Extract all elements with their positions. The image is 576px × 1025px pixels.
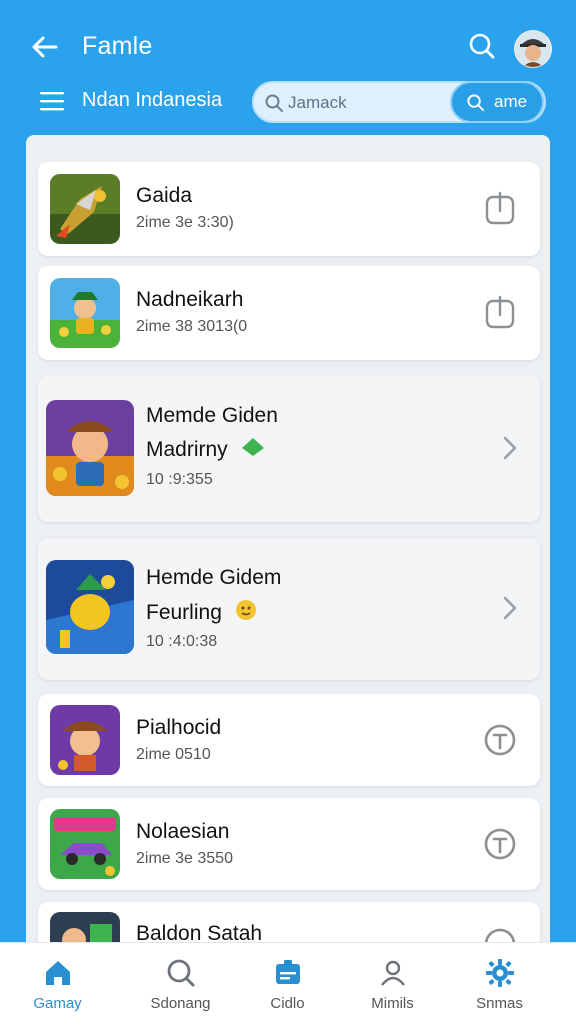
game-thumbnail	[50, 278, 120, 348]
page-title: Famle	[82, 32, 153, 60]
character-game-icon	[50, 278, 120, 348]
id-card-icon	[276, 960, 300, 984]
timer-icon[interactable]	[482, 826, 518, 862]
item-meta: 10 :9:355	[146, 471, 213, 488]
list-item[interactable]: Nolaesian 2ime 3e 3550	[38, 798, 540, 890]
chevron-right-icon[interactable]	[500, 594, 520, 622]
person-icon	[381, 960, 405, 986]
search-icon	[167, 959, 195, 987]
tab-label: Gamay	[33, 995, 82, 1012]
game-thumbnail	[50, 809, 120, 879]
item-meta: 2ime 3e 3550	[136, 850, 233, 867]
tab-settings[interactable]: Snmas	[442, 943, 557, 1025]
item-subtitle: Feurling	[146, 598, 258, 625]
app-header: Famle Ndan Indanesia Jamack ame	[0, 0, 576, 135]
game-thumbnail	[50, 174, 120, 244]
share-icon[interactable]	[484, 295, 516, 329]
hero-game-icon	[46, 560, 134, 654]
tab-search[interactable]: Sdonang	[123, 943, 238, 1025]
search-input[interactable]: Jamack ame	[252, 81, 546, 123]
bottom-navigation: Gamay Sdonang Cidlo Mimils Snmas	[0, 942, 576, 1025]
item-title: Memde Giden	[146, 404, 278, 427]
tab-profile[interactable]: Mimils	[335, 943, 450, 1025]
list-item[interactable]: Gaida 2ime 3e 3:30)	[38, 162, 540, 256]
list-item[interactable]: Hemde Gidem Feurling 10 :4:0:38	[38, 538, 540, 680]
chevron-right-icon[interactable]	[500, 434, 520, 462]
back-arrow-icon[interactable]	[28, 30, 62, 64]
tab-home[interactable]: Gamay	[0, 943, 115, 1025]
item-meta: 2ime 0510	[136, 746, 211, 763]
tab-label: Cidlo	[270, 995, 305, 1012]
item-title: Pialhocid	[136, 716, 222, 739]
search-icon	[265, 94, 283, 112]
item-meta: 2ime 3e 3:30)	[136, 214, 234, 231]
rocket-game-icon	[50, 174, 120, 244]
item-subtitle: Madrirny	[146, 436, 266, 462]
gear-icon	[486, 959, 514, 987]
avatar[interactable]	[514, 30, 552, 68]
tab-label: Sdonang	[150, 995, 211, 1012]
list-item[interactable]: Memde Giden Madrirny 10 :9:355	[38, 376, 540, 522]
item-title: Nadneikarh	[136, 288, 244, 311]
explorer-game-icon	[46, 400, 134, 496]
hamburger-menu-icon[interactable]	[40, 90, 66, 112]
list-item[interactable]: Pialhocid 2ime 0510	[38, 694, 540, 786]
item-title: Hemde Gidem	[146, 566, 282, 589]
search-icon[interactable]	[466, 30, 498, 62]
game-thumbnail	[46, 400, 134, 496]
timer-icon[interactable]	[482, 722, 518, 758]
gem-icon	[241, 438, 264, 456]
cowboy-game-icon	[50, 705, 120, 775]
tab-label: Mimils	[371, 995, 414, 1012]
list-item[interactable]: Nadneikarh 2ime 38 3013(0	[38, 266, 540, 360]
item-title: Nolaesian	[136, 820, 230, 843]
racing-game-icon	[50, 809, 120, 879]
game-thumbnail	[46, 560, 134, 654]
user-avatar-icon	[515, 31, 551, 67]
item-meta: 10 :4:0:38	[146, 633, 218, 650]
home-icon	[46, 961, 70, 985]
region-subtitle: Ndan Indanesia	[82, 89, 223, 111]
item-title: Gaida	[136, 184, 193, 207]
share-icon[interactable]	[484, 191, 516, 225]
search-button-label: ame	[494, 92, 528, 111]
item-meta: 2ime 38 3013(0	[136, 318, 248, 335]
tab-cards[interactable]: Cidlo	[230, 943, 345, 1025]
search-input-text: Jamack	[288, 93, 347, 112]
game-thumbnail	[50, 705, 120, 775]
search-button[interactable]: ame	[450, 81, 544, 123]
emoji-icon	[235, 600, 256, 620]
tab-label: Snmas	[476, 995, 523, 1012]
search-icon	[467, 94, 485, 112]
